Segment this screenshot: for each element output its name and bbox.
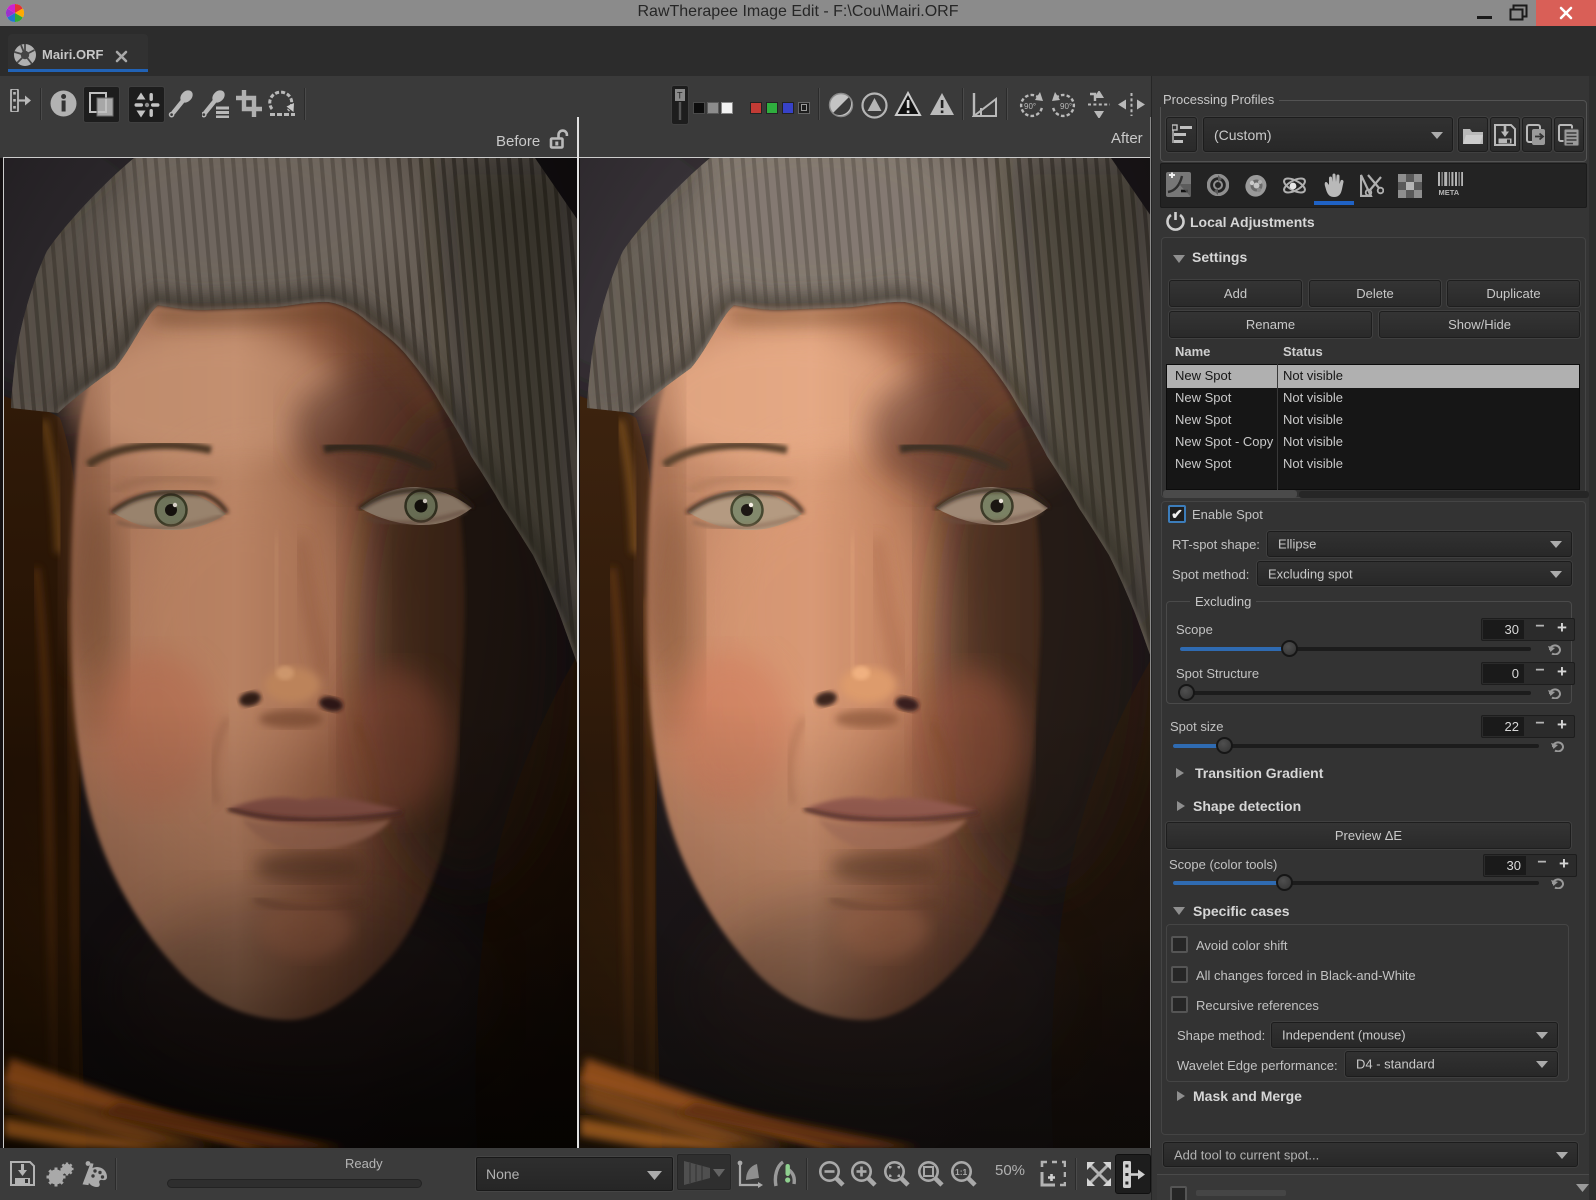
svg-text:META: META <box>1439 188 1460 197</box>
svg-text:T: T <box>677 91 683 101</box>
svg-text:90°: 90° <box>1060 102 1072 111</box>
svg-text:90°: 90° <box>1024 102 1036 111</box>
svg-text:1:1: 1:1 <box>955 1167 968 1177</box>
